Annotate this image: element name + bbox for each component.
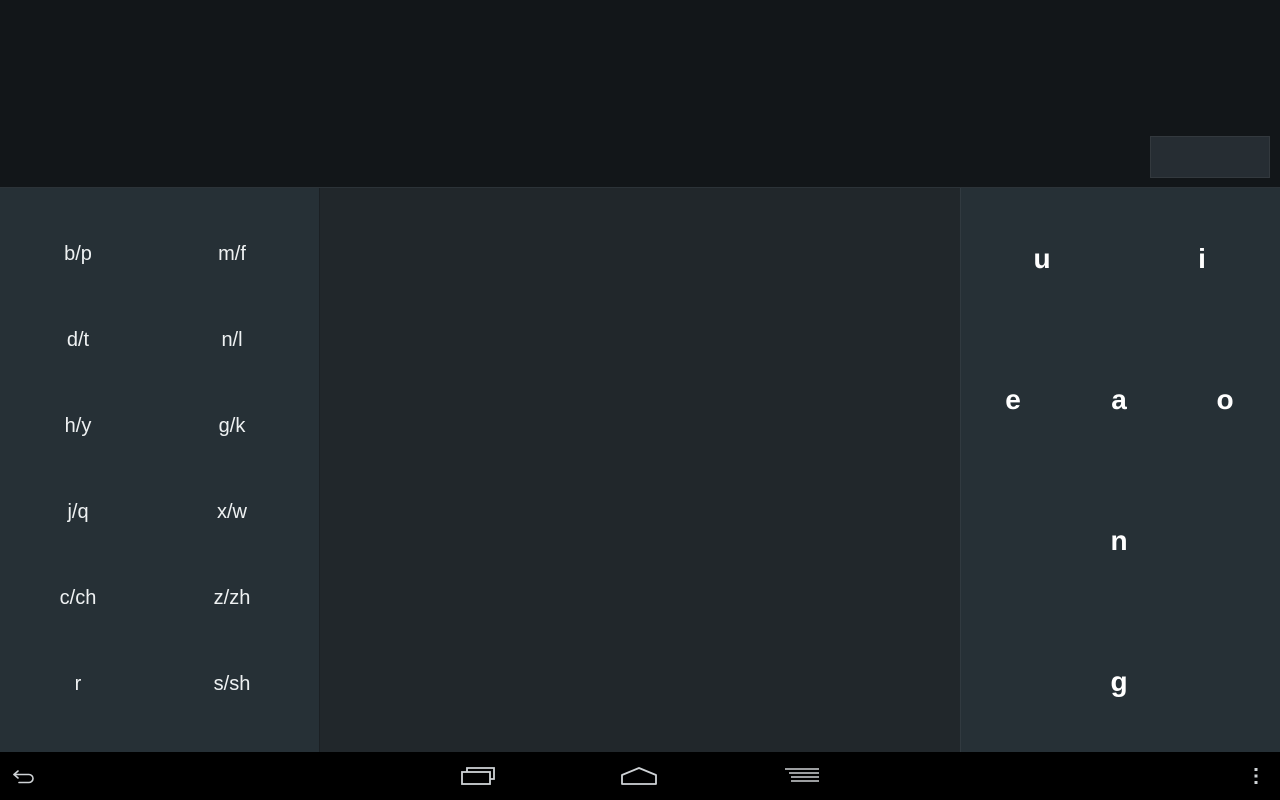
key-z-zh[interactable]: z/zh	[157, 555, 307, 641]
key-i[interactable]: i	[1162, 219, 1242, 299]
recent-apps-button[interactable]	[448, 752, 508, 800]
key-r[interactable]: r	[3, 641, 153, 727]
back-icon	[13, 770, 34, 784]
top-action-button[interactable]	[1150, 136, 1270, 178]
vowel-panel: u i e a o n g	[961, 188, 1280, 752]
input-area[interactable]	[320, 188, 960, 752]
key-n[interactable]: n	[1079, 501, 1159, 581]
key-c-ch[interactable]: c/ch	[3, 555, 153, 641]
home-button[interactable]	[609, 752, 669, 800]
key-b-p[interactable]: b/p	[3, 211, 153, 297]
key-g[interactable]: g	[1079, 642, 1159, 722]
key-j-q[interactable]: j/q	[3, 469, 153, 555]
key-h-y[interactable]: h/y	[3, 383, 153, 469]
keyboard-switch-icon	[785, 768, 819, 782]
key-g-k[interactable]: g/k	[157, 383, 307, 469]
key-e[interactable]: e	[973, 360, 1053, 440]
consonant-panel: b/p m/f d/t n/l h/y g/k j/q x/w c/ch z/z…	[0, 188, 319, 752]
key-m-f[interactable]: m/f	[157, 211, 307, 297]
recent-apps-icon	[461, 767, 495, 785]
overflow-menu-button[interactable]	[1240, 752, 1272, 800]
ime-switch-button[interactable]	[772, 752, 832, 800]
key-s-sh[interactable]: s/sh	[157, 641, 307, 727]
key-d-t[interactable]: d/t	[3, 297, 153, 383]
key-a[interactable]: a	[1079, 360, 1159, 440]
top-area	[0, 0, 1280, 187]
back-button[interactable]	[0, 752, 48, 800]
home-icon	[621, 767, 657, 785]
key-n-l[interactable]: n/l	[157, 297, 307, 383]
key-u[interactable]: u	[1002, 219, 1082, 299]
key-x-w[interactable]: x/w	[157, 469, 307, 555]
key-o[interactable]: o	[1185, 360, 1265, 440]
navigation-bar	[0, 752, 1280, 800]
overflow-menu-icon	[1254, 768, 1258, 784]
